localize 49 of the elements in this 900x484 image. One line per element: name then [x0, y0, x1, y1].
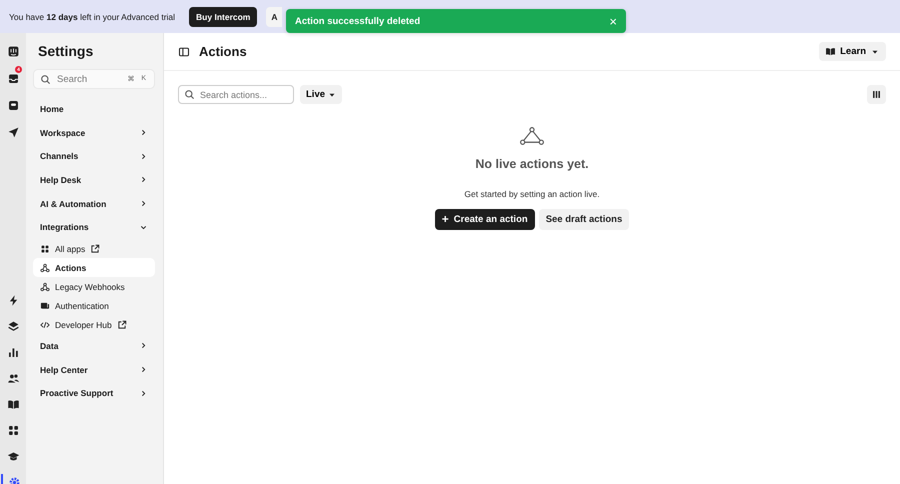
bar-chart-icon	[6, 346, 20, 358]
code-icon	[40, 320, 50, 330]
webhook-icon	[40, 282, 50, 292]
toast-message: Action successfully deleted	[295, 16, 420, 26]
sidebar-item[interactable]: Home	[33, 97, 155, 121]
sidebar-title: Settings	[37, 42, 94, 61]
chat-logo-icon	[6, 44, 20, 58]
sidebar-subitem[interactable]: All apps	[33, 239, 155, 258]
empty-state-text: Get started by setting an action live.	[464, 189, 600, 200]
sidebar-subitem[interactable]: Developer Hub	[33, 315, 155, 334]
sidebar-subitem[interactable]: Legacy Webhooks	[33, 277, 155, 296]
page-title: Actions	[199, 44, 248, 59]
webhook-icon	[519, 126, 545, 146]
sidebar-item[interactable]: Workspace	[33, 120, 155, 144]
sidebar-item[interactable]: Help Center	[33, 358, 155, 382]
people-icon	[6, 372, 20, 384]
banner-button[interactable]: Buy Intercom	[189, 6, 258, 26]
sidebar-item[interactable]: Data	[33, 334, 155, 358]
id-card-icon	[40, 300, 50, 311]
sidebar-item[interactable]: AI & Automation	[33, 192, 155, 216]
learn-button[interactable]: Learn	[819, 42, 886, 61]
action-button[interactable]: + Create an action	[434, 209, 535, 230]
book-icon	[825, 46, 836, 57]
search-icon	[184, 89, 195, 100]
sidebar-subitem[interactable]: Actions	[33, 258, 155, 278]
trial-message: You have 12 days left in your Advanced trial	[9, 12, 176, 22]
action-button[interactable]: See draft actions	[538, 209, 630, 230]
apps-grid-icon	[40, 244, 50, 254]
sidebar-item[interactable]: Help Desk	[33, 168, 155, 192]
sidebar-subitem[interactable]: Authentication	[33, 296, 155, 316]
graduation-cap-icon	[6, 450, 20, 462]
inbox-icon	[6, 72, 20, 84]
empty-state-title: No live actions yet.	[475, 157, 589, 172]
apps-grid-icon	[6, 424, 20, 436]
webhook-icon	[40, 262, 50, 273]
bot-icon	[6, 98, 20, 112]
sidebar-item[interactable]: Proactive Support	[33, 382, 155, 406]
columns-button[interactable]	[867, 85, 886, 104]
book-icon	[6, 398, 20, 410]
search-field[interactable]: Search actions...	[178, 85, 294, 104]
sidebar-toggle-icon	[178, 46, 190, 58]
send-icon	[6, 126, 20, 138]
layers-icon	[6, 320, 20, 332]
columns-icon	[871, 89, 882, 100]
sidebar-item[interactable]: Integrations	[33, 215, 155, 240]
sidebar-item[interactable]: Channels	[33, 144, 155, 168]
banner-button[interactable]: A	[266, 6, 282, 26]
status-filter-dropdown[interactable]: Live	[300, 85, 342, 104]
search-icon	[40, 74, 51, 84]
